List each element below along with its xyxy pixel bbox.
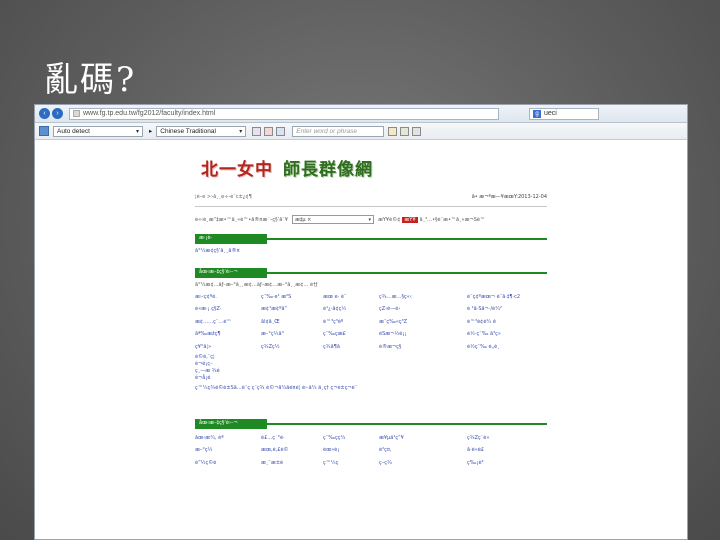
table-row: æ–°ç½ æœ‚é‚£é© èœ»è¡ é²ç¤‚ å·é«è£ [195, 447, 485, 454]
translate-icon[interactable] [39, 126, 49, 136]
breadcrumb-row: ¦é–e >›å¸¸e÷-é¨c±¿¢¶ å• æ¬ªæ—¥æœŸ:2013-1… [195, 194, 547, 200]
section-header: æ·¡è­· [195, 234, 547, 244]
slide-title: 亂碼? [44, 60, 137, 100]
filter-row: è«‹é¸æ“‡æ•™å¸«è™•å®¤æˆ–ç§‘åˆ¥ æ‡µ × ▾ æŸ¥… [195, 215, 485, 224]
section-subtitle: å°¼æ¢…ãƒ–æ–°å¸¸æ¢…ãƒ–æ¢…æ–°å¸¸æ¢… è†ƒ [195, 282, 318, 288]
section-header-2: åœ‹æ–‡ç§‘é›–¬ [195, 268, 547, 278]
word-input[interactable]: Enter word or phrase [292, 125, 385, 137]
category-select[interactable]: æ‡µ × ▾ [291, 215, 374, 224]
favicon-icon [73, 110, 80, 117]
breadcrumb[interactable]: ¦é–e >›å¸¸e÷-é¨c±¿¢¶ [195, 194, 252, 200]
table-row: é«æ·¡ ç§Ž· æ¢¹æ¢ºå“ é¹¿·å¢ç½ çŽ‹è—é› é ¹… [195, 306, 502, 313]
highlight-icon[interactable] [264, 126, 274, 136]
forward-icon[interactable]: › [52, 108, 63, 119]
query-button[interactable]: æŸ¥ [402, 216, 418, 223]
table-row: åœ‹æ¼‚ èª è£…ç´°è­· ç¯‰çç¼ æ¥µä¹ç”¥ ç¾Žç… [195, 435, 490, 442]
settings-icon[interactable] [412, 126, 422, 136]
update-date: å• æ¬ªæ—¥æœŸ:2013-12-04 [471, 194, 547, 200]
table-row: æ¢……ç¨…é™ ål¢å¸Œ é™³ç³éº æ¯ç‰«ç³Ž é™³é¢é… [195, 318, 496, 325]
section-link[interactable]: å°¼æ¢ç§‘å¸¸å®¤ [195, 248, 547, 254]
detect-select[interactable]: Auto detect ▾ [53, 125, 143, 137]
url-input[interactable]: www.fg.tp.edu.tw/fg2012/faculty/index.ht… [69, 107, 499, 120]
page-content: 北一女中 師長群像網 ¦é–e >›å¸¸e÷-é¨c±¿¢¶ å• æ¬ªæ—¥… [35, 141, 687, 539]
address-bar: ‹ › www.fg.tp.edu.tw/fg2012/faculty/inde… [35, 105, 687, 123]
table-row: ç¥°å¦» ç¾Žç½ ç¾å¶å é®æ¬ç§ é½ç¯‰ é„è¸ [195, 343, 500, 350]
page-icon[interactable] [252, 126, 262, 136]
google-icon: g [533, 109, 541, 118]
school-page: 北一女中 師長群像網 ¦é–e >›å¸¸e÷-é¨c±¿¢¶ å• æ¬ªæ—¥… [195, 149, 547, 466]
list-item: é©é‚¨ç¦ è¬é¡ç– ç¸—æ ¾é è¬å¡é [195, 354, 220, 382]
table-row: åª‰æžç¶ æ–°ç½å° ç¯‰ç­æ£ èŠæ¬½è¡¡ é½·ç¯‰ … [195, 331, 501, 338]
browser-window: ‹ › www.fg.tp.edu.tw/fg2012/faculty/inde… [34, 104, 688, 540]
back-icon[interactable]: ‹ [39, 108, 50, 119]
compare-icon[interactable] [276, 126, 286, 136]
section-header-3: åœ‹æ–‡ç§‘é›–¬ [195, 419, 547, 430]
speaker-icon[interactable] [400, 126, 410, 136]
search-input[interactable]: g ueci [529, 107, 599, 120]
divider [195, 206, 547, 207]
table-row: é”½ç©é æ¸¯æ±é ç™¼ç ç–ç¾ ç‰¡è³ [195, 459, 484, 466]
dictionary-icon[interactable] [388, 126, 398, 136]
language-select[interactable]: Chinese Traditional ▾ [156, 125, 247, 137]
arrow-right-icon: ▸ [149, 128, 153, 135]
long-link-line[interactable]: ç™¼ç¾é©è±Šå…è¯ç ç¨ç¾ é©¬å¼åé¤é¦ é›·ä¼ ä¸… [195, 385, 547, 391]
site-title: 北一女中 師長群像網 [201, 160, 373, 180]
table-row: æ›‹ç¢ºé. ç¯‰·e¹ æ²Š æœ e· é¯ ç¾…æ…§ç«‹ è… [195, 294, 521, 300]
translate-toolbar: Auto detect ▾ ▸ Chinese Traditional ▾ Ente… [35, 123, 687, 140]
